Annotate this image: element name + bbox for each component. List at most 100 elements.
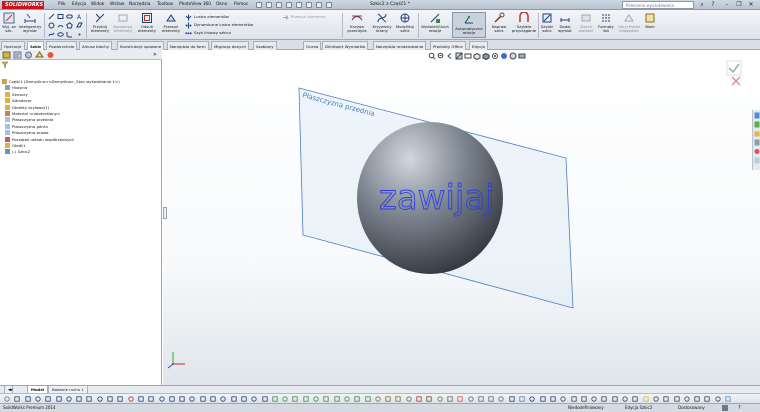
convert-icon[interactable] [138, 396, 144, 402]
save-icon[interactable] [276, 2, 282, 8]
repair-sketch-button[interactable]: Napraw szkic [488, 12, 510, 33]
plane-sketch-icon[interactable] [76, 22, 83, 29]
rebuild-status-icon[interactable] [722, 405, 728, 411]
file-explorer-icon[interactable] [754, 130, 760, 137]
extend-icon[interactable] [158, 396, 165, 402]
menu-window[interactable]: Okno [216, 2, 227, 7]
menu-edit[interactable]: Edycja [72, 2, 86, 7]
options-icon[interactable] [715, 396, 721, 402]
menu-file[interactable]: Plik [58, 2, 65, 7]
move-icon[interactable] [210, 396, 216, 402]
parallel-icon[interactable] [333, 396, 340, 402]
perspective-icon[interactable] [632, 396, 638, 402]
mirror-icon[interactable] [179, 396, 185, 402]
property-manager-icon[interactable] [13, 51, 22, 59]
line-width-icon[interactable] [478, 396, 484, 402]
point-icon[interactable] [76, 31, 83, 38]
vertical-icon[interactable] [303, 396, 309, 402]
lights-icon[interactable] [642, 396, 649, 402]
tree-item[interactable]: Płaszczyzna górna [5, 123, 48, 130]
shaded-contours-button[interactable]: Zmień wartość [575, 12, 597, 33]
midpoint-icon[interactable] [364, 396, 371, 402]
tab-render-tools[interactable]: Narzędzia renderowania [373, 41, 427, 50]
text-icon[interactable] [97, 396, 103, 402]
menu-insert[interactable]: Wstaw [110, 2, 124, 7]
camera-icon[interactable] [653, 396, 659, 402]
modify-sketch-button[interactable]: Modyfikuj szkic [394, 12, 416, 33]
display-relations-button[interactable]: Wyświetl/Usuń relacje [420, 12, 450, 33]
circle-icon[interactable] [48, 22, 55, 29]
tab-sketch[interactable]: Szkic [27, 41, 45, 50]
rapid-sketch-button[interactable]: Szybki szkic [539, 12, 555, 33]
circle-icon[interactable] [45, 396, 51, 402]
insert-block-icon[interactable] [385, 396, 391, 402]
search-icon[interactable]: ⌕ [697, 1, 707, 9]
tree-item[interactable]: (-) Szkic2 [5, 149, 30, 155]
rotate-view-icon[interactable] [581, 396, 587, 402]
perpendicular-icon[interactable] [344, 396, 350, 402]
tree-item[interactable]: Początek układu współrzędnych [5, 136, 74, 143]
offset-icon[interactable] [127, 396, 134, 402]
hide-show-edges-button[interactable]: Ukryj Pokaż krawędzie [616, 12, 642, 33]
tab-edit[interactable]: Edycja [469, 41, 488, 50]
appearances-icon[interactable] [754, 148, 760, 155]
normal-to-icon[interactable] [591, 396, 597, 402]
smart-dimension-button[interactable]: Inteligentny wymiar [18, 12, 42, 33]
menu-toolbox[interactable]: Toolbox [157, 2, 173, 7]
linear-pattern-button[interactable]: Szyk liniowy szkicu [194, 30, 231, 35]
layer-icon[interactable] [447, 396, 453, 402]
expand-panel-icon[interactable]: » [153, 51, 162, 59]
shade-icon[interactable] [612, 396, 618, 402]
filter-icon[interactable] [1, 61, 9, 69]
mirror-icon[interactable] [185, 14, 192, 21]
move-entities-icon[interactable] [282, 14, 289, 21]
repair-icon[interactable] [426, 396, 432, 402]
stretch-icon[interactable] [251, 396, 257, 402]
tree-item[interactable]: Płaszczyzna przednia [5, 117, 53, 123]
tangent-icon[interactable] [323, 396, 329, 402]
close-icon[interactable]: ✕ [746, 1, 756, 9]
point-icon[interactable] [76, 396, 82, 402]
intersection-curve-button[interactable]: Krzywa przecięcia [344, 12, 370, 33]
mass-icon[interactable] [704, 396, 710, 402]
splitter-handle[interactable] [163, 207, 167, 219]
check-icon[interactable] [436, 396, 443, 402]
menu-help[interactable]: Pomoc [234, 2, 248, 7]
rectangle-icon[interactable] [57, 13, 64, 20]
split-icon[interactable] [169, 396, 175, 402]
tab-office-products[interactable]: Produkty Office [430, 41, 466, 50]
spline-icon[interactable] [48, 31, 55, 38]
design-library-icon[interactable] [754, 121, 760, 128]
zoom-icon[interactable] [560, 396, 566, 402]
tab-templates[interactable]: Szablony [253, 41, 277, 50]
tree-item[interactable]: Płaszczyzna prawa [5, 130, 49, 136]
search-commands-input[interactable]: Polecenia wyszukiwania [622, 1, 694, 9]
fillet-icon[interactable] [66, 31, 73, 38]
tree-item[interactable]: Materiał <nieokreślony> [5, 111, 60, 117]
line-icon[interactable] [48, 13, 55, 20]
confirm-sketch-icon[interactable] [726, 60, 742, 76]
surface-offset-button[interactable]: Przesuń elementy [160, 12, 182, 33]
relation-icon[interactable] [272, 396, 278, 402]
pan-icon[interactable] [570, 396, 577, 402]
offset-entities-button[interactable]: Odsuń elementy [134, 12, 160, 33]
custom-properties-icon[interactable] [754, 157, 760, 164]
help-icon[interactable]: ? [708, 1, 718, 9]
rebuild-icon[interactable] [316, 2, 322, 8]
help-icon[interactable] [725, 396, 731, 402]
horizontal-icon[interactable] [292, 396, 298, 402]
plane-icon[interactable] [519, 396, 525, 402]
tab-dimxpert[interactable]: DimXpert Wymiarów [322, 41, 369, 50]
line-style-icon[interactable] [467, 396, 474, 402]
iso-icon[interactable] [601, 396, 607, 402]
arc-icon[interactable] [55, 396, 62, 402]
help-status-icon[interactable]: ? [738, 404, 741, 412]
explode-icon[interactable] [395, 396, 401, 402]
color-icon[interactable] [457, 396, 463, 402]
solidworks-logo[interactable]: SOLIDWORKS [2, 1, 44, 9]
view-palette-icon[interactable] [754, 139, 760, 146]
tab-sheet-metal[interactable]: Arkusz blachy [79, 41, 113, 50]
new-icon[interactable] [256, 2, 262, 8]
resources-icon[interactable] [754, 112, 760, 119]
menu-view[interactable]: Widok [91, 2, 104, 7]
